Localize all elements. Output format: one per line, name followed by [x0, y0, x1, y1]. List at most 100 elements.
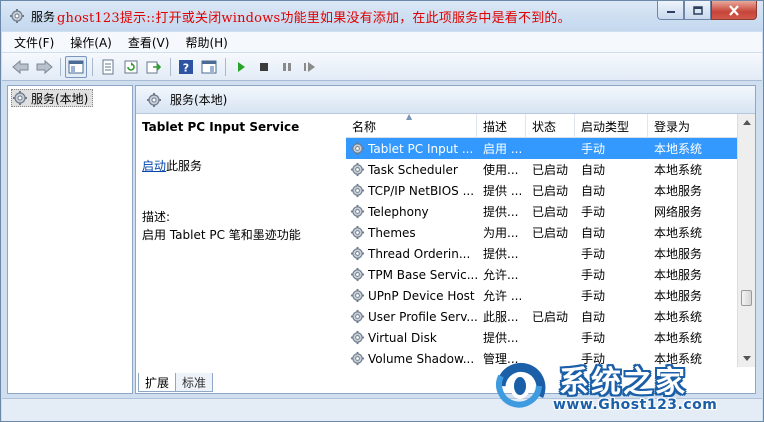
minimize-button[interactable]: [657, 1, 684, 20]
vertical-scrollbar[interactable]: [737, 114, 755, 367]
brand-logo-icon: [496, 362, 546, 408]
cell-startup-type: 自动: [581, 226, 606, 240]
cell-name: Virtual Disk: [346, 330, 477, 345]
table-row[interactable]: User Profile Serv... 此服... 已启动 自动 本地系统: [346, 306, 737, 327]
cell-description: 此服...: [483, 310, 519, 324]
cell-startup-type: 自动: [581, 163, 606, 177]
export-list-button[interactable]: [143, 56, 165, 78]
forward-arrow-icon: [36, 59, 53, 74]
cell-description: 为用...: [483, 226, 519, 240]
window-title: 服务: [31, 10, 56, 24]
cell-startup-type: 手动: [581, 331, 606, 345]
service-gear-icon: [350, 183, 365, 198]
service-gear-icon: [350, 225, 365, 240]
properties-button[interactable]: [97, 56, 119, 78]
menu-help[interactable]: 帮助(H): [179, 34, 233, 51]
help-button[interactable]: ?: [175, 56, 197, 78]
table-row[interactable]: Virtual Disk 提供... 手动 本地系统: [346, 327, 737, 348]
cell-status: 已启动: [532, 310, 569, 324]
play-icon: [238, 61, 245, 72]
scroll-up-button[interactable]: [738, 114, 755, 131]
maximize-icon: [692, 5, 703, 15]
service-name: Task Scheduler: [368, 162, 458, 177]
title-bar[interactable]: 服务 ghost123提示::打开或关闭windows功能里如果没有添加，在此项…: [1, 1, 763, 31]
close-button[interactable]: [711, 1, 757, 20]
service-gear-icon: [350, 351, 365, 366]
back-arrow-icon: [12, 59, 29, 74]
cell-description: 使用...: [483, 163, 519, 177]
cell-name: User Profile Serv...: [346, 309, 477, 324]
service-name: TPM Base Servic...: [368, 267, 477, 282]
toolbar-separator: [92, 57, 93, 76]
menu-file[interactable]: 文件(F): [8, 34, 60, 51]
cell-log-on-as: 本地服务: [654, 247, 703, 261]
column-header-log-on-as[interactable]: 登录为: [648, 114, 737, 138]
cell-name: TCP/IP NetBIOS ...: [346, 183, 477, 198]
svg-text:?: ?: [183, 61, 189, 74]
restart-icon: [304, 61, 315, 72]
cell-log-on-as: 本地系统: [654, 331, 703, 345]
pause-service-button[interactable]: [276, 56, 298, 78]
stop-icon: [260, 62, 268, 71]
services-gear-icon: [147, 92, 161, 107]
column-header-startup-type[interactable]: 启动类型: [575, 114, 648, 138]
cell-startup-type: 手动: [581, 289, 606, 303]
cell-description: 提供 ...: [483, 184, 523, 198]
tree-item-services-local[interactable]: 服务(本地): [11, 89, 94, 107]
cell-log-on-as: 本地系统: [654, 142, 703, 156]
table-row[interactable]: TCP/IP NetBIOS ... 提供 ... 已启动 自动 本地服务: [346, 180, 737, 201]
console-tree: 服务(本地): [7, 85, 133, 394]
cell-startup-type: 自动: [581, 184, 606, 198]
column-header-status[interactable]: 状态: [526, 114, 575, 138]
menu-view[interactable]: 查看(V): [122, 34, 176, 51]
export-icon: [146, 61, 162, 73]
maximize-button[interactable]: [684, 1, 711, 20]
table-row[interactable]: Telephony 提供... 已启动 手动 网络服务: [346, 201, 737, 222]
toolbar-separator: [60, 57, 61, 76]
cell-status: 已启动: [532, 163, 569, 177]
column-label: 登录为: [654, 119, 691, 134]
service-gear-icon: [350, 246, 365, 261]
cell-startup-type: 自动: [581, 310, 606, 324]
start-service-button[interactable]: [230, 56, 252, 78]
service-gear-icon: [350, 330, 365, 345]
table-row[interactable]: TPM Base Servic... 允许... 手动 本地服务: [346, 264, 737, 285]
show-console-tree-button[interactable]: [65, 55, 87, 78]
toolbar-separator: [225, 57, 226, 76]
tab-extended[interactable]: 扩展: [138, 373, 177, 392]
show-action-pane-button[interactable]: [198, 56, 220, 78]
start-service-link[interactable]: 启动: [142, 159, 166, 173]
table-row[interactable]: Themes 为用... 已启动 自动 本地系统: [346, 222, 737, 243]
column-header-description[interactable]: 描述: [477, 114, 526, 138]
cell-log-on-as: 本地服务: [654, 184, 703, 198]
service-gear-icon: [350, 267, 365, 282]
back-button[interactable]: [10, 56, 32, 78]
cell-status: 已启动: [532, 184, 569, 198]
services-gear-icon: [13, 91, 27, 105]
service-name: Telephony: [368, 204, 429, 219]
service-name: Tablet PC Input ...: [368, 141, 474, 156]
tab-standard[interactable]: 标准: [175, 373, 214, 392]
menu-action[interactable]: 操作(A): [64, 34, 118, 51]
watermark-brand: 系统之家: [559, 365, 687, 400]
column-header-name[interactable]: ▲ 名称: [346, 114, 477, 138]
service-gear-icon: [350, 162, 365, 177]
column-label: 启动类型: [581, 119, 630, 134]
table-row[interactable]: Thread Orderin... 提供... 手动 本地服务: [346, 243, 737, 264]
table-row[interactable]: Tablet PC Input ... 启用 ... 手动 本地系统: [346, 138, 737, 159]
cell-name: Themes: [346, 225, 477, 240]
cell-log-on-as: 本地服务: [654, 268, 703, 282]
restart-service-button[interactable]: [299, 56, 321, 78]
forward-button[interactable]: [33, 56, 55, 78]
scrollbar-thumb[interactable]: [741, 290, 752, 306]
table-row[interactable]: UPnP Device Host 允许 ... 手动 本地服务: [346, 285, 737, 306]
service-name: Volume Shadow...: [368, 351, 475, 366]
table-row[interactable]: Task Scheduler 使用... 已启动 自动 本地系统: [346, 159, 737, 180]
service-name: TCP/IP NetBIOS ...: [368, 183, 475, 198]
cell-startup-type: 手动: [581, 268, 606, 282]
close-icon: [729, 4, 739, 16]
stop-service-button[interactable]: [253, 56, 275, 78]
cell-startup-type: 手动: [581, 247, 606, 261]
list-rows: Tablet PC Input ... 启用 ... 手动 本地系统 Task Sche…: [346, 138, 737, 367]
refresh-button[interactable]: [120, 56, 142, 78]
